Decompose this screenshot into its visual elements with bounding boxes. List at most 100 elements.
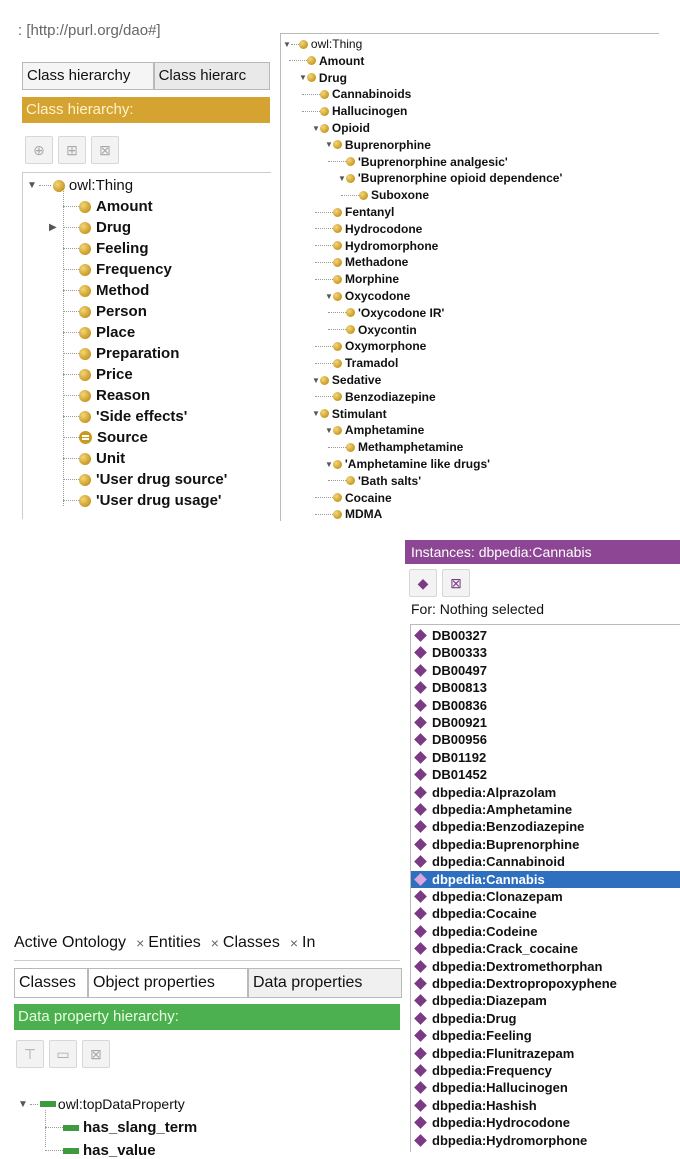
expand-arrow-icon[interactable]: ▼ (18, 1099, 28, 1110)
class-tree-item[interactable]: ▼ Amphetamine (315, 423, 424, 437)
class-tree-item[interactable]: Cannabinoids (302, 87, 411, 101)
class-tree-item[interactable]: Person (63, 303, 147, 320)
delete-class-button[interactable]: ⊠ (91, 136, 119, 164)
class-tree-item[interactable]: ▼ Drug (289, 71, 347, 85)
expand-arrow-icon[interactable]: ▶ (49, 222, 57, 233)
tree-root[interactable]: ▼ owl:Thing (283, 37, 362, 51)
tab-data-properties[interactable]: Data properties (248, 968, 402, 998)
class-tree-item[interactable]: ▼ Oxycodone (315, 289, 410, 303)
class-tree-item[interactable]: Hallucinogen (302, 104, 407, 118)
instance-item[interactable]: dbpedia:Hashish (411, 1097, 680, 1114)
tab-class-hierarchy-2[interactable]: Class hierarc (153, 62, 270, 90)
instance-item[interactable]: dbpedia:Diazepam (411, 992, 680, 1009)
add-sibling-property-button[interactable]: ▭ (49, 1040, 77, 1068)
class-tree-item[interactable]: Suboxone (341, 188, 429, 202)
expand-arrow-icon[interactable]: ▼ (27, 180, 37, 191)
add-instance-button[interactable]: ◆ (409, 569, 437, 597)
instance-item[interactable]: dbpedia:Frequency (411, 1062, 680, 1079)
close-icon[interactable]: × (211, 928, 219, 958)
class-tree-item[interactable]: 'User drug source' (63, 471, 227, 488)
class-tree-item[interactable]: Fentanyl (315, 205, 394, 219)
instance-item[interactable]: DB00813 (411, 679, 680, 696)
class-tree-item[interactable]: Place (63, 324, 135, 341)
class-tree-item[interactable]: Hydromorphone (315, 239, 438, 253)
tab-entities[interactable]: Entities (148, 928, 200, 958)
instance-item[interactable]: DB01192 (411, 749, 680, 766)
instance-item[interactable]: dbpedia:Crack_cocaine (411, 940, 680, 957)
delete-property-button[interactable]: ⊠ (82, 1040, 110, 1068)
add-sub-property-button[interactable]: ⊤ (16, 1040, 44, 1068)
instance-item[interactable]: dbpedia:Clonazepam (411, 888, 680, 905)
class-tree-item[interactable]: Preparation (63, 345, 179, 362)
class-tree-item[interactable]: Tramadol (315, 356, 398, 370)
class-tree-item[interactable]: 'User drug usage' (63, 492, 222, 509)
class-tree-item[interactable]: ▼ Stimulant (302, 407, 387, 421)
instance-item[interactable]: dbpedia:Codeine (411, 923, 680, 940)
class-tree-item[interactable]: Morphine (315, 272, 399, 286)
instance-item[interactable]: DB00921 (411, 714, 680, 731)
expand-arrow-icon[interactable]: ▼ (338, 174, 346, 183)
class-tree-item[interactable]: MDMA (315, 507, 382, 521)
instance-item[interactable]: DB00836 (411, 697, 680, 714)
class-tree-item[interactable]: Frequency (63, 261, 172, 278)
tab-individuals[interactable]: In (302, 928, 315, 958)
instance-item[interactable]: dbpedia:Feeling (411, 1027, 680, 1044)
instance-item[interactable]: dbpedia:Drug (411, 1010, 680, 1027)
class-tree-item[interactable]: 'Bath salts' (328, 474, 421, 488)
instance-item[interactable]: dbpedia:Benzodiazepine (411, 818, 680, 835)
class-tree-item[interactable]: Cocaine (315, 491, 392, 505)
tab-active-ontology[interactable]: Active Ontology (14, 928, 126, 958)
class-tree-item[interactable]: Oxymorphone (315, 339, 426, 353)
instance-item[interactable]: dbpedia:Alprazolam (411, 784, 680, 801)
class-tree-item[interactable]: Method (63, 282, 149, 299)
tree-root[interactable]: ▼ owl:Thing (27, 177, 133, 194)
class-tree-item[interactable]: Methadone (315, 255, 408, 269)
expand-arrow-icon[interactable]: ▼ (325, 292, 333, 301)
instance-item[interactable]: DB00327 (411, 627, 680, 644)
data-property-item[interactable]: has_slang_term (45, 1119, 197, 1136)
instance-item[interactable]: dbpedia:Cannabinoid (411, 853, 680, 870)
class-tree-item[interactable]: Benzodiazepine (315, 390, 436, 404)
class-tree-item[interactable]: ▼ 'Amphetamine like drugs' (315, 457, 490, 471)
instance-item[interactable]: dbpedia:Amphetamine (411, 801, 680, 818)
tab-classes-sub[interactable]: Classes (14, 968, 88, 998)
expand-arrow-icon[interactable]: ▼ (299, 73, 307, 82)
close-icon[interactable]: × (136, 928, 144, 958)
class-tree-item[interactable]: ▶ Drug (49, 219, 131, 236)
instance-item[interactable]: DB00497 (411, 662, 680, 679)
class-tree-item[interactable]: ▼ Sedative (302, 373, 381, 387)
instance-item[interactable]: dbpedia:Dextromethorphan (411, 958, 680, 975)
expand-arrow-icon[interactable]: ▼ (283, 40, 291, 49)
class-tree-item[interactable]: Reason (63, 387, 150, 404)
class-tree-item[interactable]: 'Buprenorphine analgesic' (328, 155, 508, 169)
class-tree-item[interactable]: Amount (63, 198, 153, 215)
expand-arrow-icon[interactable]: ▼ (325, 140, 333, 149)
instance-item[interactable]: dbpedia:Hallucinogen (411, 1079, 680, 1096)
class-tree-item[interactable]: ▼ Opioid (302, 121, 370, 135)
class-tree-item[interactable]: Methamphetamine (328, 440, 463, 454)
data-property-root[interactable]: ▼ owl:topDataProperty (18, 1096, 185, 1112)
class-tree-item[interactable]: 'Oxycodone IR' (328, 306, 444, 320)
instance-item[interactable]: dbpedia:Hydromorphone (411, 1132, 680, 1149)
expand-arrow-icon[interactable]: ▼ (312, 409, 320, 418)
add-subclass-button[interactable]: ⊕ (25, 136, 53, 164)
add-sibling-button[interactable]: ⊞ (58, 136, 86, 164)
class-tree-item[interactable]: Source (63, 429, 148, 446)
class-tree-item[interactable]: 'Side effects' (63, 408, 187, 425)
delete-instance-button[interactable]: ⊠ (442, 569, 470, 597)
expand-arrow-icon[interactable]: ▼ (325, 460, 333, 469)
expand-arrow-icon[interactable]: ▼ (312, 376, 320, 385)
instance-item[interactable]: dbpedia:Cannabis (411, 870, 680, 888)
instance-item[interactable]: DB00956 (411, 731, 680, 748)
instance-item[interactable]: dbpedia:Dextropropoxyphene (411, 975, 680, 992)
class-tree-item[interactable]: Amount (289, 54, 364, 68)
class-tree-item[interactable]: Unit (63, 450, 125, 467)
tab-classes[interactable]: Classes (223, 928, 280, 958)
instance-item[interactable]: dbpedia:Hydrocodone (411, 1114, 680, 1131)
class-tree-item[interactable]: ▼ Buprenorphine (315, 138, 431, 152)
expand-arrow-icon[interactable]: ▼ (312, 124, 320, 133)
class-tree-item[interactable]: Oxycontin (328, 323, 417, 337)
instance-item[interactable]: dbpedia:Buprenorphine (411, 836, 680, 853)
instance-item[interactable]: DB00333 (411, 644, 680, 661)
instance-item[interactable]: DB01452 (411, 766, 680, 783)
